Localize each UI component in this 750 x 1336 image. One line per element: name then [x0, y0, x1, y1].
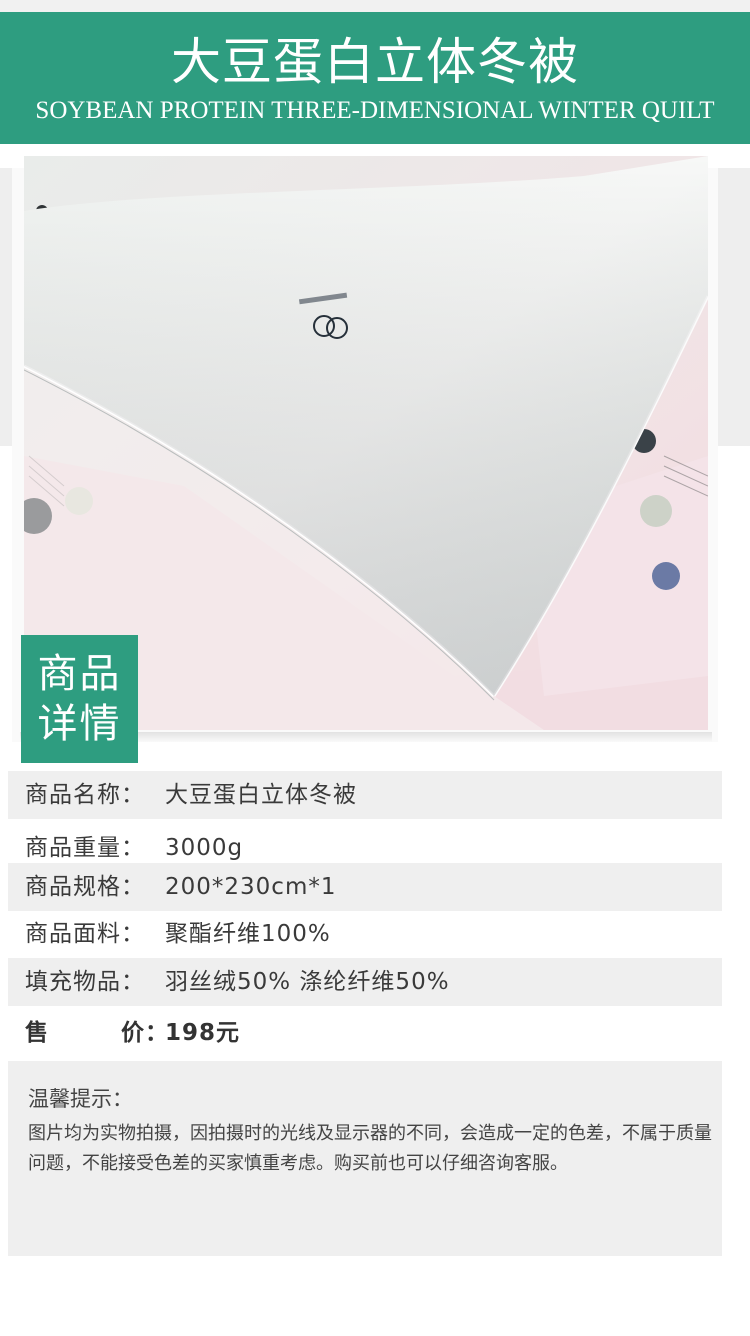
detail-row-fabric: 商品面料： 聚酯纤维100%	[8, 910, 722, 958]
detail-value: 大豆蛋白立体冬被	[165, 782, 357, 808]
detail-row-size: 商品规格： 200*230cm*1	[8, 863, 722, 911]
detail-value: 200*230cm*1	[165, 874, 337, 900]
details-badge: 商品 详情	[21, 635, 138, 763]
detail-label: 售 价：	[25, 1020, 170, 1046]
detail-row-name: 商品名称： 大豆蛋白立体冬被	[8, 771, 722, 819]
detail-label: 商品规格：	[25, 874, 145, 900]
page-subtitle: SOYBEAN PROTEIN THREE-DIMENSIONAL WINTER…	[35, 97, 715, 124]
detail-value: 羽丝绒50% 涤纶纤维50%	[165, 969, 450, 995]
detail-row-filling: 填充物品： 羽丝绒50% 涤纶纤维50%	[8, 958, 722, 1006]
detail-row-price: 售 价： 198元	[8, 1009, 722, 1057]
notice-body: 图片均为实物拍摄，因拍摄时的光线及显示器的不同，会造成一定的色差，不属于质量问题…	[28, 1123, 712, 1174]
detail-label: 商品面料：	[25, 921, 145, 947]
notice-title: 温馨提示：	[28, 1087, 133, 1111]
top-strip	[0, 0, 750, 12]
notice-box: 温馨提示： 图片均为实物拍摄，因拍摄时的光线及显示器的不同，会造成一定的色差，不…	[8, 1061, 722, 1256]
detail-value: 聚酯纤维100%	[165, 921, 331, 947]
detail-label: 商品名称：	[25, 782, 145, 808]
detail-label: 填充物品：	[25, 969, 145, 995]
header-banner: 大豆蛋白立体冬被 SOYBEAN PROTEIN THREE-DIMENSION…	[0, 12, 750, 144]
price-value: 198元	[165, 1020, 241, 1046]
page-title: 大豆蛋白立体冬被	[171, 33, 579, 91]
badge-line-1: 商品	[37, 651, 122, 697]
badge-line-2: 详情	[37, 701, 122, 747]
